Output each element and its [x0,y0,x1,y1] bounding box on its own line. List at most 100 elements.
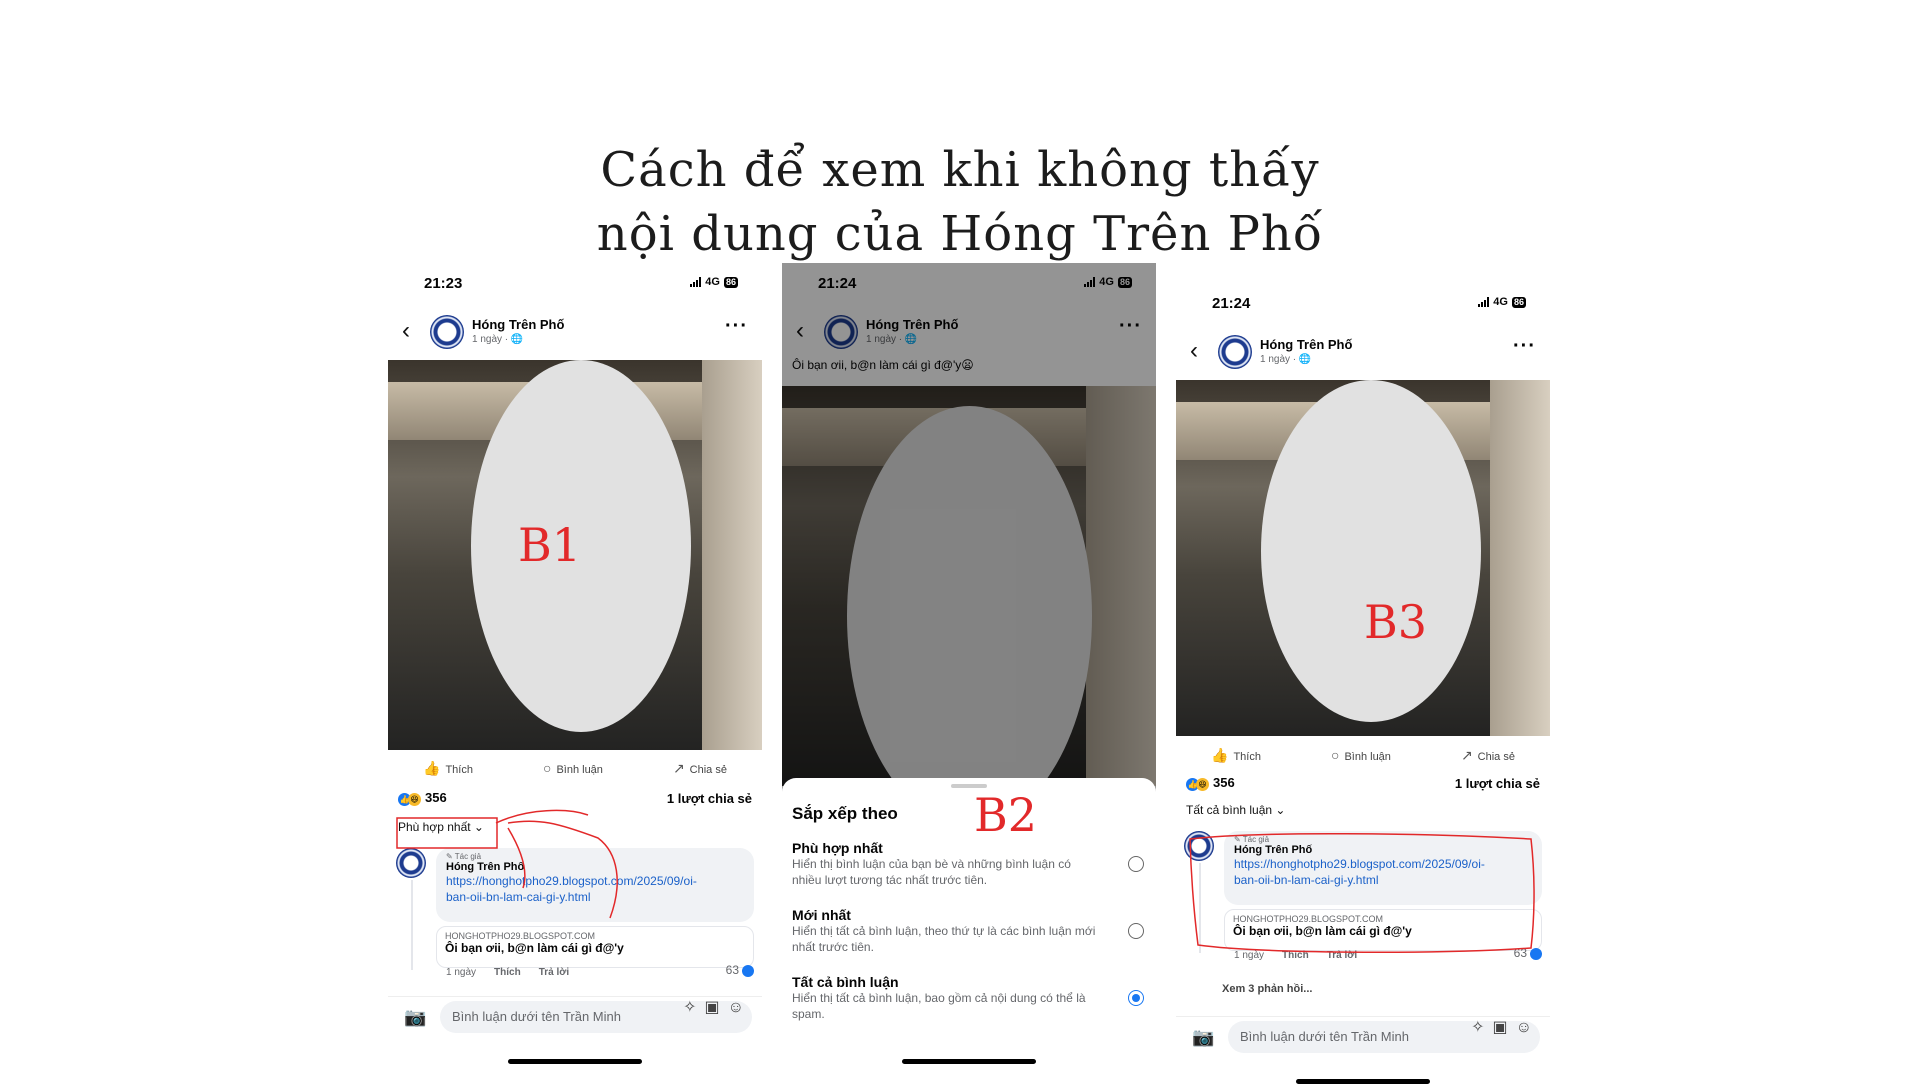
emoji-icon[interactable]: ☺ [728,999,752,1016]
input-icons: ✧▣☺ [1471,1017,1540,1037]
share-icon: ↗ [1460,746,1473,763]
comment-like-button[interactable]: Thích [494,967,521,978]
avatar-sticker-icon[interactable]: ✧ [1471,1019,1492,1036]
comment-like-button[interactable]: Thích [1282,950,1309,961]
comment-button[interactable]: ○ Bình luận [1331,747,1391,763]
gif-icon[interactable]: ▣ [1493,1019,1516,1036]
battery-icon: 86 [1511,296,1526,308]
camera-icon[interactable]: 📷 [404,1007,426,1028]
comment-time: 1 ngày [446,967,477,978]
comment-input-bar: 📷 Bình luận dưới tên Trần Minh ✧▣☺ [1176,1016,1550,1057]
network-label: 4G [705,276,720,288]
comment-avatar[interactable] [1184,831,1214,861]
avatar-sticker-icon[interactable]: ✧ [683,999,704,1016]
post-stats: 👍 😆 356 1 lượt chia sẻ [398,788,752,808]
share-icon: ↗ [672,759,685,776]
reactions[interactable]: 👍 😆 356 [1186,775,1235,791]
screenshot-step-2: 21:24 4G 86 ‹ Hóng Trên Phố 1 ngày · 🌐 ·… [782,263,1156,1065]
more-options-icon[interactable]: ··· [1513,335,1536,358]
pillar [702,360,762,750]
comment-icon: ○ [542,760,552,776]
comment-button[interactable]: ○ Bình luận [543,760,603,776]
post-header: ‹ Hóng Trên Phố 1 ngày · 🌐 ··· [1176,333,1550,373]
blur-overlay [1261,380,1481,722]
like-button[interactable]: 👍 Thích [1211,747,1261,764]
reaction-icons: 👍 😆 [398,793,421,806]
comment-reply-button[interactable]: Trả lời [1327,950,1357,961]
preview-title: Ôi bạn ơii, b@n làm cái gì đ@'y [1233,924,1412,938]
author-tag: ✎ Tác giả [446,852,482,861]
comment-footer: 1 ngày Thích Trả lời [1234,950,1542,961]
sort-option-relevant[interactable]: Phù hợp nhất Hiển thị bình luận của bạn … [792,840,1146,892]
input-icons: ✧▣☺ [683,997,752,1017]
status-bar: 21:23 4G 86 [388,263,762,299]
comment-sort-dropdown[interactable]: Tất cả bình luận ⌄ [1186,803,1285,817]
comment-link[interactable]: https://honghotpho29.blogspot.com/2025/0… [446,873,744,905]
status-bar: 21:24 4G 86 [1176,283,1550,319]
link-preview[interactable]: HONGHOTPHO29.BLOGSPOT.COM Ôi bạn ơii, b@… [436,926,754,968]
emoji-icon[interactable]: ☺ [1516,1019,1540,1036]
comment-sort-dropdown[interactable]: Phù hợp nhất ⌄ [398,820,484,834]
shares-count[interactable]: 1 lượt chia sẻ [667,791,752,806]
comment-bubble: ✎ Tác giả Hóng Trên Phố https://honghotp… [1224,831,1542,905]
reactions[interactable]: 👍 😆 356 [398,790,447,806]
author-comment: ✎ Tác giả Hóng Trên Phố https://honghotp… [1184,831,1542,966]
post-video[interactable]: B3 [1176,380,1550,736]
signal-icon [690,277,702,287]
share-button[interactable]: ↗ Chia sẻ [673,760,727,777]
signal-indicator: 4G 86 [1478,296,1526,308]
view-replies-link[interactable]: Xem 3 phản hồi... [1222,983,1312,995]
post-meta: 1 ngày · 🌐 [472,334,524,345]
sort-option-newest[interactable]: Mới nhất Hiển thị tất cả bình luận, theo… [792,907,1146,959]
comment-reply-button[interactable]: Trả lời [539,967,569,978]
like-button[interactable]: 👍 Thích [423,760,473,777]
home-indicator [508,1059,642,1064]
radio-newest[interactable] [1128,923,1144,939]
page-name[interactable]: Hóng Trên Phố [472,317,564,332]
preview-title: Ôi bạn ơii, b@n làm cái gì đ@'y [445,941,624,955]
comment-bubble: ✎ Tác giả Hóng Trên Phố https://honghotp… [436,848,754,922]
post-video[interactable]: B1 [388,360,762,750]
title-line-2: nội dung của Hóng Trên Phố [596,206,1324,262]
home-indicator [902,1059,1036,1064]
sort-option-all[interactable]: Tất cả bình luận Hiển thị tất cả bình lu… [792,974,1146,1026]
like-icon: 👍 [1211,746,1229,763]
shares-count[interactable]: 1 lượt chia sẻ [1455,776,1540,791]
screenshot-step-3: 21:24 4G 86 ‹ Hóng Trên Phố 1 ngày · 🌐 ·… [1176,283,1550,1088]
comment-author[interactable]: Hóng Trên Phố [1234,844,1532,856]
title-line-1: Cách để xem khi không thấy [600,142,1320,198]
more-options-icon[interactable]: ··· [725,315,748,338]
action-bar: 👍 Thích ○ Bình luận ↗ Chia sẻ [388,753,762,783]
comment-author[interactable]: Hóng Trên Phố [446,861,744,873]
battery-icon: 86 [723,276,738,288]
avatar[interactable] [1218,335,1252,369]
reaction-icons: 👍 😆 [1186,778,1209,791]
sheet-title: Sắp xếp theo [792,804,898,823]
pillar [1490,380,1550,736]
comment-like-count: 63 [726,963,754,977]
comment-footer: 1 ngày Thích Trả lời [446,967,754,978]
preview-domain: HONGHOTPHO29.BLOGSPOT.COM [445,931,596,941]
comment-like-count: 63 [1514,946,1542,960]
like-icon: 👍 [423,759,441,776]
back-icon[interactable]: ‹ [402,319,410,343]
avatar[interactable] [430,315,464,349]
post-header: ‹ Hóng Trên Phố 1 ngày · 🌐 ··· [388,313,762,353]
clock: 21:23 [424,275,463,292]
action-bar: 👍 Thích ○ Bình luận ↗ Chia sẻ [1176,740,1550,770]
comment-link[interactable]: https://honghotpho29.blogspot.com/2025/0… [1234,856,1532,888]
thread-line [1199,863,1201,953]
network-label: 4G [1493,296,1508,308]
screenshot-step-1: 21:23 4G 86 ‹ Hóng Trên Phố 1 ngày · 🌐 ·… [388,263,762,1065]
page-name[interactable]: Hóng Trên Phố [1260,337,1352,352]
camera-icon[interactable]: 📷 [1192,1027,1214,1048]
link-preview[interactable]: HONGHOTPHO29.BLOGSPOT.COM Ôi bạn ơii, b@… [1224,909,1542,951]
comment-avatar[interactable] [396,848,426,878]
step-label: B2 [974,788,1038,842]
post-meta: 1 ngày · 🌐 [1260,354,1312,365]
share-button[interactable]: ↗ Chia sẻ [1461,747,1515,764]
radio-relevant[interactable] [1128,856,1144,872]
back-icon[interactable]: ‹ [1190,339,1198,363]
radio-all[interactable] [1128,990,1144,1006]
gif-icon[interactable]: ▣ [705,999,728,1016]
